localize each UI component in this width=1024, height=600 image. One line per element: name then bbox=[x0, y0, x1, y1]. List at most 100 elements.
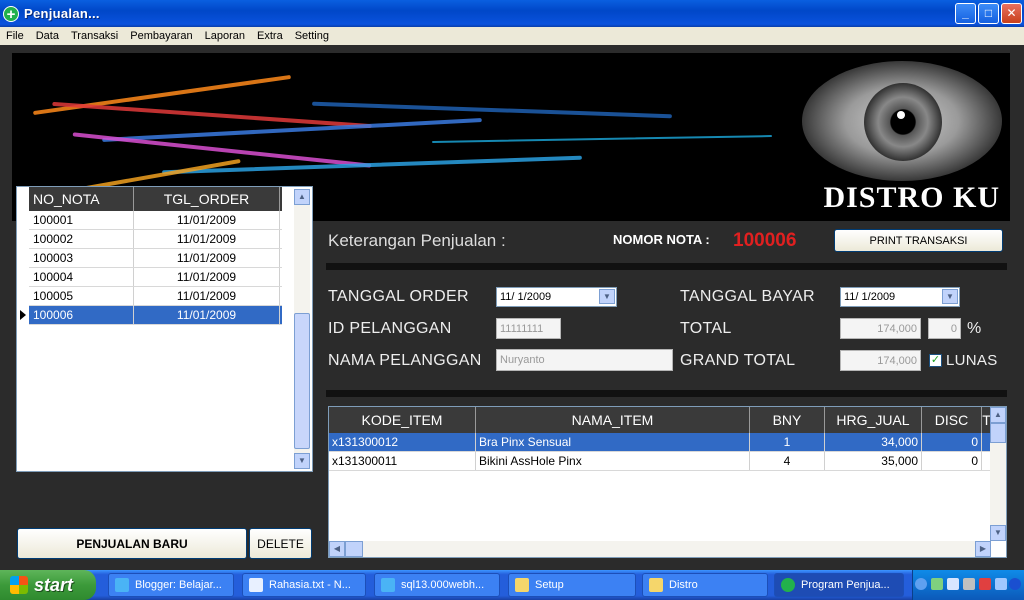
scroll-thumb[interactable] bbox=[294, 313, 310, 449]
col-disc[interactable]: DISC bbox=[922, 407, 982, 433]
menu-pembayaran[interactable]: Pembayaran bbox=[124, 30, 198, 42]
scroll-left-icon[interactable]: ◀ bbox=[329, 541, 345, 557]
col-tgl-order[interactable]: TGL_ORDER bbox=[134, 187, 280, 211]
lunas-checkbox[interactable]: ✓ bbox=[929, 354, 942, 367]
order-row[interactable]: 100001 11/01/2009 bbox=[29, 211, 282, 230]
order-row[interactable]: 100005 11/01/2009 bbox=[29, 287, 282, 306]
taskbar: start Blogger: Belajar... Rahasia.txt - … bbox=[0, 570, 1024, 600]
id-pelanggan-field[interactable]: 11111111 bbox=[496, 318, 561, 339]
task-label: Blogger: Belajar... bbox=[135, 579, 222, 591]
maximize-button[interactable]: □ bbox=[978, 3, 999, 24]
scroll-thumb[interactable] bbox=[990, 423, 1006, 443]
col-nama-item[interactable]: NAMA_ITEM bbox=[476, 407, 750, 433]
col-hrg-jual[interactable]: HRG_JUAL bbox=[825, 407, 922, 433]
item-row-selected[interactable]: x131300012 Bra Pinx Sensual 1 34,000 0 bbox=[329, 433, 1006, 452]
grand-total-field[interactable]: 174,000 bbox=[840, 350, 921, 371]
menu-file[interactable]: File bbox=[0, 30, 30, 42]
col-kode-item[interactable]: KODE_ITEM bbox=[329, 407, 476, 433]
eye-image bbox=[802, 61, 1002, 181]
items-vscrollbar[interactable]: ▲ ▼ bbox=[990, 407, 1006, 541]
menu-transaksi[interactable]: Transaksi bbox=[65, 30, 124, 42]
nama-pelanggan-label: NAMA PELANGGAN bbox=[328, 352, 482, 369]
order-row[interactable]: 100002 11/01/2009 bbox=[29, 230, 282, 249]
scroll-right-icon[interactable]: ▶ bbox=[975, 541, 991, 557]
items-hscrollbar[interactable]: ◀ ▶ bbox=[329, 541, 991, 557]
scroll-down-icon[interactable]: ▼ bbox=[294, 453, 310, 469]
minimize-button[interactable]: _ bbox=[955, 3, 976, 24]
tanggal-order-value: 11/ 1/2009 bbox=[500, 291, 552, 303]
total-label: TOTAL bbox=[680, 320, 732, 337]
cell-no-nota: 100001 bbox=[29, 211, 134, 229]
app-plus-icon bbox=[781, 578, 795, 592]
row-pointer-icon bbox=[20, 310, 26, 320]
cell-hrg-jual: 35,000 bbox=[825, 452, 922, 470]
tray-network-icon[interactable] bbox=[931, 578, 943, 590]
scroll-up-icon[interactable]: ▲ bbox=[294, 189, 310, 205]
menu-extra[interactable]: Extra bbox=[251, 30, 289, 42]
tray-monitor-icon[interactable] bbox=[963, 578, 975, 590]
cell-tgl-order: 11/01/2009 bbox=[134, 306, 280, 324]
cell-tgl-order: 11/01/2009 bbox=[134, 249, 280, 267]
menu-laporan[interactable]: Laporan bbox=[199, 30, 251, 42]
iris-shape bbox=[864, 83, 942, 161]
tanggal-bayar-value: 11/ 1/2009 bbox=[844, 291, 896, 303]
task-distro[interactable]: Distro bbox=[642, 573, 768, 597]
col-no-nota[interactable]: NO_NOTA bbox=[29, 187, 134, 211]
chevron-down-icon[interactable]: ▼ bbox=[942, 289, 958, 304]
discount-percent-field[interactable]: 0 bbox=[928, 318, 961, 339]
tray-speaker-icon[interactable] bbox=[947, 578, 959, 590]
cell-bny: 1 bbox=[750, 433, 825, 451]
task-program-penjualan[interactable]: Program Penjua... bbox=[774, 573, 904, 597]
tray-chevron-icon[interactable] bbox=[915, 578, 927, 590]
menu-setting[interactable]: Setting bbox=[289, 30, 335, 42]
cell-tgl-order: 11/01/2009 bbox=[134, 268, 280, 286]
cell-bny: 4 bbox=[750, 452, 825, 470]
order-row[interactable]: 100003 11/01/2009 bbox=[29, 249, 282, 268]
new-sale-button[interactable]: PENJUALAN BARU bbox=[17, 528, 247, 559]
orders-scrollbar[interactable]: ▲ ▼ bbox=[294, 189, 310, 469]
nama-pelanggan-field[interactable]: Nuryanto bbox=[496, 349, 673, 371]
task-setup[interactable]: Setup bbox=[508, 573, 636, 597]
tray-security-icon[interactable] bbox=[979, 578, 991, 590]
scroll-down-icon[interactable]: ▼ bbox=[990, 525, 1006, 541]
tray-battery-icon[interactable] bbox=[995, 578, 1007, 590]
start-button[interactable]: start bbox=[0, 570, 96, 600]
scroll-up-icon[interactable]: ▲ bbox=[990, 407, 1006, 423]
chevron-down-icon[interactable]: ▼ bbox=[599, 289, 615, 304]
title-bar[interactable]: + Penjualan... _ □ ✕ bbox=[0, 0, 1024, 27]
close-button[interactable]: ✕ bbox=[1001, 3, 1022, 24]
task-sql[interactable]: sql13.000webh... bbox=[374, 573, 500, 597]
col-bny[interactable]: BNY bbox=[750, 407, 825, 433]
folder-icon bbox=[649, 578, 663, 592]
tanggal-order-picker[interactable]: 11/ 1/2009 ▼ bbox=[496, 287, 617, 307]
task-notepad[interactable]: Rahasia.txt - N... bbox=[242, 573, 366, 597]
tray-bluetooth-icon[interactable] bbox=[1009, 578, 1021, 590]
print-transaksi-button[interactable]: PRINT TRANSAKSI bbox=[834, 229, 1003, 252]
menu-bar: File Data Transaksi Pembayaran Laporan E… bbox=[0, 27, 1024, 45]
delete-button[interactable]: DELETE bbox=[249, 528, 312, 559]
task-label: sql13.000webh... bbox=[401, 579, 485, 591]
brand-logo-text: DISTRO KU bbox=[823, 181, 1000, 214]
grand-total-value: 174,000 bbox=[877, 354, 917, 367]
cell-nama-item: Bikini AssHole Pinx bbox=[476, 452, 750, 470]
percent-sign: % bbox=[967, 320, 982, 337]
cell-disc: 0 bbox=[922, 433, 982, 451]
item-row[interactable]: x131300011 Bikini AssHole Pinx 4 35,000 … bbox=[329, 452, 1006, 471]
id-pelanggan-value: 11111111 bbox=[500, 322, 544, 335]
cell-kode-item: x131300011 bbox=[329, 452, 476, 470]
cell-hrg-jual: 34,000 bbox=[825, 433, 922, 451]
keterangan-label: Keterangan Penjualan : bbox=[328, 231, 506, 250]
id-pelanggan-label: ID PELANGGAN bbox=[328, 320, 452, 337]
order-row-selected[interactable]: 100006 11/01/2009 bbox=[20, 306, 282, 325]
task-blogger[interactable]: Blogger: Belajar... bbox=[108, 573, 234, 597]
scroll-thumb-h[interactable] bbox=[345, 541, 363, 557]
order-row[interactable]: 100004 11/01/2009 bbox=[29, 268, 282, 287]
total-field[interactable]: 174,000 bbox=[840, 318, 921, 339]
orders-grid: NO_NOTA TGL_ORDER 100001 11/01/2009 10000… bbox=[20, 187, 282, 325]
tanggal-bayar-picker[interactable]: 11/ 1/2009 ▼ bbox=[840, 287, 960, 307]
cell-tgl-order: 11/01/2009 bbox=[134, 230, 280, 248]
menu-data[interactable]: Data bbox=[30, 30, 65, 42]
cell-tgl-order: 11/01/2009 bbox=[134, 287, 280, 305]
items-header: KODE_ITEM NAMA_ITEM BNY HRG_JUAL DISC T bbox=[329, 407, 1006, 433]
window-title: Penjualan... bbox=[24, 6, 100, 21]
